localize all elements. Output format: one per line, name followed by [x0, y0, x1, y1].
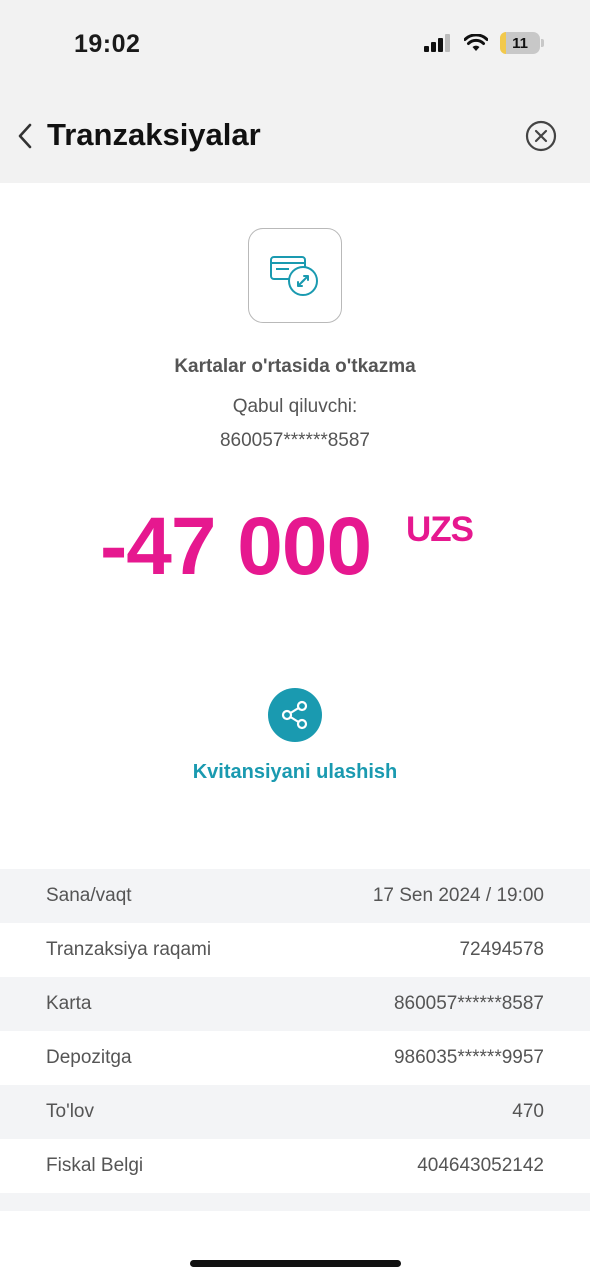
battery-level: 11 — [512, 34, 528, 52]
transaction-details: Sana/vaqt 17 Sen 2024 / 19:00 Tranzaksiy… — [0, 869, 590, 1193]
detail-row-deposit: Depozitga 986035******9957 — [0, 1031, 590, 1085]
detail-value: 470 — [512, 1101, 544, 1122]
amount-value: -47 000 — [100, 501, 372, 592]
amount-currency: UZS — [406, 510, 474, 549]
detail-row-transaction-id: Tranzaksiya raqami 72494578 — [0, 923, 590, 977]
detail-row-payment: To'lov 470 — [0, 1085, 590, 1139]
status-icons: 11 — [424, 32, 544, 54]
battery-icon: 11 — [500, 32, 544, 54]
recipient-label: Qabul qiluvchi: — [232, 396, 358, 417]
detail-label: Karta — [46, 993, 92, 1014]
detail-value: 17 Sen 2024 / 19:00 — [372, 885, 544, 906]
detail-value: 404643052142 — [417, 1155, 544, 1176]
signal-icon — [424, 34, 450, 52]
recipient-card-number: 860057******8587 — [219, 430, 371, 451]
status-time: 19:02 — [74, 30, 141, 58]
page-title: Tranzaksiyalar — [47, 117, 261, 152]
header-area: 19:02 11 Tranzaksiyalar — [0, 0, 590, 183]
close-circle-icon[interactable] — [525, 120, 557, 152]
wifi-icon — [464, 34, 488, 51]
details-footer-band — [0, 1193, 590, 1211]
detail-label: To'lov — [46, 1101, 94, 1122]
back-button[interactable] — [12, 118, 38, 154]
detail-value: 986035******9957 — [393, 1047, 544, 1068]
home-indicator[interactable] — [190, 1260, 401, 1267]
card-transfer-icon — [270, 255, 318, 296]
detail-label: Sana/vaqt — [46, 885, 132, 906]
share-receipt-link[interactable]: Kvitansiyani ulashish — [0, 761, 590, 784]
detail-value: 72494578 — [459, 939, 544, 960]
detail-row-fiscal-sign: Fiskal Belgi 404643052142 — [0, 1139, 590, 1193]
transaction-amount: -47 000 UZS — [100, 500, 474, 594]
detail-label: Depozitga — [46, 1047, 132, 1068]
share-button[interactable] — [268, 688, 322, 742]
chevron-left-icon — [18, 123, 32, 149]
detail-value: 860057******8587 — [393, 993, 544, 1014]
detail-row-card: Karta 860057******8587 — [0, 977, 590, 1031]
detail-label: Fiskal Belgi — [46, 1155, 144, 1176]
detail-row-datetime: Sana/vaqt 17 Sen 2024 / 19:00 — [0, 869, 590, 923]
share-icon — [281, 700, 308, 730]
detail-label: Tranzaksiya raqami — [46, 939, 212, 960]
transaction-type-badge — [248, 228, 342, 323]
transaction-type: Kartalar o'rtasida o'tkazma — [174, 356, 416, 377]
